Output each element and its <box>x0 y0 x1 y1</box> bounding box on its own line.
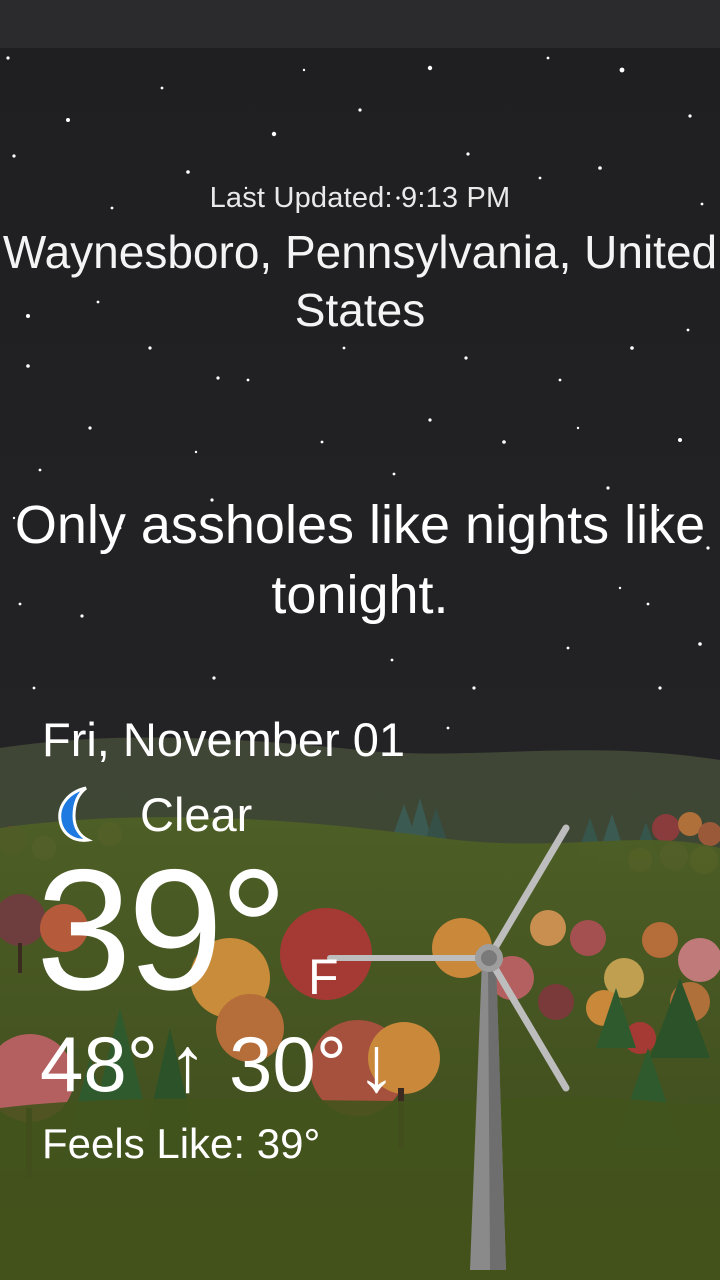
forecast-date: Fri, November 01 <box>42 713 406 766</box>
location-name: Waynesboro, Pennsylvania, United States <box>2 226 718 336</box>
weather-screen: Last Updated: 9:13 PM Waynesboro, Pennsy… <box>0 0 720 1280</box>
current-temperature: 39° <box>36 834 288 1026</box>
header: Last Updated: 9:13 PM Waynesboro, Pennsy… <box>0 182 720 339</box>
last-updated-label: Last Updated: 9:13 PM <box>209 182 511 214</box>
low-temperature: 30° <box>228 1020 347 1108</box>
arrow-up-icon: ↑ <box>167 1020 207 1108</box>
high-temperature: 48° <box>40 1020 158 1108</box>
high-low-temperatures: 48° ↑ 30° ↓ <box>40 1018 396 1110</box>
temperature-unit: F <box>308 949 339 1005</box>
status-bar <box>0 0 720 48</box>
arrow-down-icon: ↓ <box>356 1020 396 1108</box>
weather-quote: Only assholes like nights like tonight. <box>14 495 706 625</box>
feels-like-label: Feels Like: 39° <box>42 1120 321 1167</box>
